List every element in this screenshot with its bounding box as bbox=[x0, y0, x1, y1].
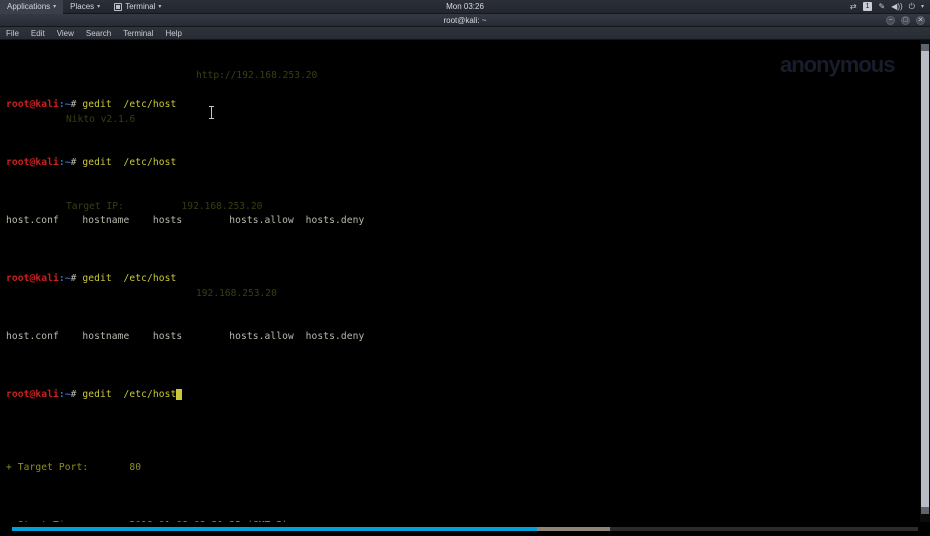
workspace-indicator[interactable]: 1 bbox=[862, 2, 873, 11]
target-port-value: 80 bbox=[129, 461, 142, 473]
progress-bar-fill bbox=[12, 527, 538, 531]
gnome-top-panel: Applications ▾ Places ▾ Terminal ▾ Mon 0… bbox=[0, 0, 930, 14]
chevron-down-icon: ▾ bbox=[53, 4, 57, 10]
terminal-line-prompt: root@kali:~# gedit /etc/host bbox=[6, 272, 912, 287]
menu-edit[interactable]: Edit bbox=[25, 27, 51, 40]
volume-icon[interactable]: ◀)) bbox=[891, 2, 902, 11]
panel-applications-menu[interactable]: Applications ▾ bbox=[0, 0, 64, 14]
places-label: Places bbox=[70, 2, 95, 11]
active-app-label: Terminal bbox=[125, 2, 156, 11]
chevron-down-icon: ▾ bbox=[97, 4, 101, 10]
terminal-icon bbox=[114, 2, 123, 11]
nikto-target-port: + Target Port: 80 bbox=[6, 461, 912, 476]
power-icon[interactable]: ⏻ bbox=[909, 2, 915, 11]
prompt-sign: # bbox=[70, 99, 83, 110]
panel-active-app-terminal[interactable]: Terminal ▾ bbox=[107, 0, 168, 14]
prompt-path: :~ bbox=[58, 273, 71, 284]
command-text: gedit /etc/host bbox=[82, 273, 177, 284]
menu-view[interactable]: View bbox=[51, 27, 80, 40]
text-cursor-pointer bbox=[209, 106, 214, 119]
terminal-screen[interactable]: anonymous http://192.168.253.20 Nikto v2… bbox=[0, 40, 930, 536]
prompt-path: :~ bbox=[58, 99, 71, 110]
prompt-sign: # bbox=[70, 273, 83, 284]
terminal-window: root@kali: ~ − □ ✕ File Edit View Search… bbox=[0, 14, 930, 536]
text-cursor bbox=[176, 389, 183, 400]
progress-bar-buffer bbox=[537, 527, 610, 531]
close-icon[interactable]: ✕ bbox=[916, 16, 925, 25]
terminal-line-completion: host.conf hostname hosts hosts.allow hos… bbox=[6, 331, 365, 342]
prompt-path: :~ bbox=[58, 157, 71, 168]
command-text: gedit /etc/host bbox=[82, 99, 177, 110]
menu-file[interactable]: File bbox=[0, 27, 25, 40]
terminal-line-prompt: root@kali:~# gedit /etc/host bbox=[6, 156, 912, 171]
window-controls: − □ ✕ bbox=[886, 14, 925, 27]
terminal-output: root@kali:~# gedit /etc/host root@kali:~… bbox=[6, 40, 912, 536]
network-icon[interactable]: ⇄ bbox=[850, 2, 857, 11]
prompt-user: root@kali bbox=[6, 273, 59, 284]
terminal-scrollbar[interactable] bbox=[920, 40, 930, 536]
terminal-line-current-prompt: root@kali:~# gedit /etc/host bbox=[6, 388, 912, 403]
progress-bar-track bbox=[12, 527, 918, 531]
window-title: root@kali: ~ bbox=[443, 15, 487, 25]
chevron-down-icon[interactable]: ▾ bbox=[921, 3, 924, 10]
scrollbar-thumb[interactable] bbox=[921, 44, 929, 514]
prompt-sign: # bbox=[70, 157, 83, 168]
maximize-icon[interactable]: □ bbox=[901, 16, 910, 25]
command-text: gedit /etc/host bbox=[82, 389, 177, 400]
prompt-user: root@kali bbox=[6, 99, 59, 110]
target-port-label: + Target Port: bbox=[6, 461, 89, 473]
menu-terminal[interactable]: Terminal bbox=[117, 27, 159, 40]
command-text: gedit /etc/host bbox=[82, 157, 177, 168]
terminal-line-prompt: root@kali:~# gedit /etc/host bbox=[6, 98, 912, 113]
menu-help[interactable]: Help bbox=[159, 27, 187, 40]
menu-search[interactable]: Search bbox=[80, 27, 117, 40]
prompt-path: :~ bbox=[58, 389, 71, 400]
prompt-user: root@kali bbox=[6, 157, 59, 168]
terminal-line-completion: host.conf hostname hosts hosts.allow hos… bbox=[6, 215, 365, 226]
panel-status-area: ⇄ 1 ✎ ◀)) ⏻ ▾ bbox=[850, 2, 930, 11]
brightness-icon[interactable]: ✎ bbox=[878, 2, 885, 11]
window-titlebar[interactable]: root@kali: ~ − □ ✕ bbox=[0, 14, 930, 27]
chevron-down-icon: ▾ bbox=[158, 4, 162, 10]
applications-label: Applications bbox=[7, 2, 51, 11]
terminal-menubar: File Edit View Search Terminal Help bbox=[0, 27, 930, 40]
minimize-icon[interactable]: − bbox=[886, 16, 895, 25]
prompt-sign: # bbox=[70, 389, 83, 400]
bottom-progress-area bbox=[0, 522, 930, 536]
prompt-user: root@kali bbox=[6, 389, 59, 400]
panel-places-menu[interactable]: Places ▾ bbox=[63, 0, 107, 14]
